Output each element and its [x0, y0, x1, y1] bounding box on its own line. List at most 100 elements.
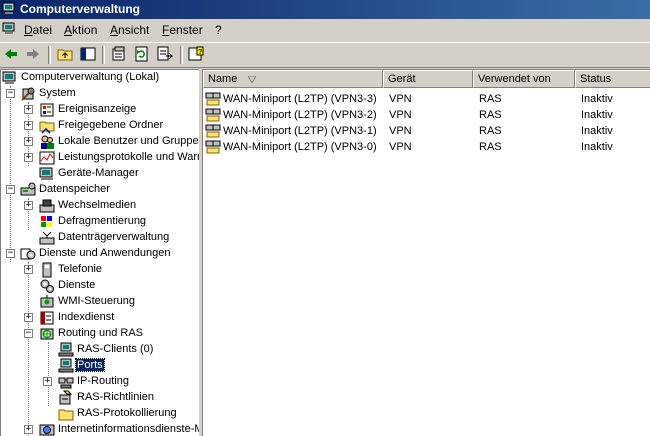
shared-folder-icon: [39, 121, 55, 134]
collapse-toggle[interactable]: −: [6, 89, 15, 98]
refresh-icon[interactable]: [134, 46, 150, 62]
folder-icon: [58, 409, 74, 421]
menu-aktion[interactable]: Aktion: [64, 23, 97, 37]
indexing-service-icon: [40, 311, 54, 325]
telephony-icon: [42, 262, 52, 278]
system-menu-icon[interactable]: [2, 22, 17, 36]
system-tools-icon: [21, 87, 35, 101]
users-groups-icon: [41, 135, 54, 149]
toolbar-separator: [48, 46, 51, 64]
tree-label: Indexdienst: [58, 311, 115, 323]
tree-label: RAS-Richtlinien: [77, 391, 155, 403]
cell-geraet: VPN: [389, 109, 412, 121]
tree-label: System: [39, 87, 76, 99]
tree-label: IP-Routing: [77, 375, 129, 387]
cell-geraet: VPN: [389, 125, 412, 137]
console-tree[interactable]: Computerverwaltung (Lokal) − System + Er…: [0, 69, 199, 436]
tree-label: Routing und RAS: [58, 327, 143, 339]
svg-text:?: ?: [198, 49, 202, 56]
expand-toggle[interactable]: +: [24, 105, 33, 114]
expand-toggle[interactable]: +: [24, 137, 33, 146]
port-device-icon: [205, 108, 221, 122]
column-header-name[interactable]: Name: [203, 70, 383, 88]
title-bar[interactable]: Computerverwaltung: [0, 0, 650, 19]
console-tree-toggle-icon[interactable]: [80, 46, 96, 62]
services-gear-icon: [40, 279, 54, 293]
cell-status: Inaktiv: [581, 141, 613, 153]
ras-policies-icon: [59, 390, 73, 405]
tree-label: Datenspeicher: [39, 183, 110, 195]
cell-name: WAN-Miniport (L2TP) (VPN3-2): [223, 109, 377, 121]
performance-logs-icon: [39, 151, 55, 165]
tree-line: [28, 262, 29, 436]
collapse-toggle[interactable]: −: [6, 185, 15, 194]
up-folder-icon[interactable]: [57, 46, 73, 62]
tree-label: WMI-Steuerung: [58, 295, 136, 307]
menu-help[interactable]: ?: [215, 23, 222, 37]
table-row[interactable]: WAN-Miniport (L2TP) (VPN3-3) VPN RAS Ina…: [203, 91, 650, 107]
tree-label: Ports: [75, 358, 105, 372]
cell-status: Inaktiv: [581, 93, 613, 105]
back-arrow-icon[interactable]: [3, 46, 19, 62]
disk-management-icon: [39, 231, 55, 245]
toolbar-separator: [180, 46, 183, 64]
column-header-verwendet[interactable]: Verwendet von: [473, 70, 575, 88]
forward-arrow-icon[interactable]: [25, 46, 41, 62]
menu-bar: Datei Aktion Ansicht Fenster ?: [0, 20, 650, 40]
expand-toggle[interactable]: +: [24, 425, 33, 434]
tree-label: Internetinformationsdienste-Manager: [58, 423, 199, 435]
port-device-icon: [205, 140, 221, 154]
wmi-control-icon: [40, 295, 54, 308]
tree-label: Wechselmedien: [58, 199, 137, 211]
iis-manager-icon: [39, 424, 55, 436]
collapse-toggle[interactable]: −: [6, 249, 15, 258]
tree-label: Dienste und Anwendungen: [39, 247, 171, 259]
storage-icon: [20, 182, 36, 196]
properties-icon[interactable]: [111, 46, 127, 62]
table-row[interactable]: WAN-Miniport (L2TP) (VPN3-2) VPN RAS Ina…: [203, 107, 650, 123]
expand-toggle[interactable]: +: [24, 313, 33, 322]
cell-name: WAN-Miniport (L2TP) (VPN3-0): [223, 141, 377, 153]
cell-status: Inaktiv: [581, 125, 613, 137]
services-applications-icon: [20, 248, 36, 260]
menu-ansicht[interactable]: Ansicht: [110, 23, 149, 37]
tree-label: Computerverwaltung (Lokal): [21, 71, 160, 83]
expand-toggle[interactable]: +: [43, 377, 52, 386]
tree-label: Leistungsprotokolle und Warnungen: [58, 151, 199, 163]
column-header-status[interactable]: Status: [575, 70, 650, 88]
cell-status: Inaktiv: [581, 109, 613, 121]
routing-ras-icon: [40, 328, 54, 340]
cell-name: WAN-Miniport (L2TP) (VPN3-3): [223, 93, 377, 105]
menu-datei[interactable]: Datei: [24, 23, 52, 37]
expand-toggle[interactable]: +: [24, 265, 33, 274]
export-list-icon[interactable]: [157, 46, 173, 62]
tree-label: Datenträgerverwaltung: [58, 231, 170, 243]
computer-management-icon: [2, 71, 16, 84]
defragmenter-icon: [41, 216, 52, 227]
tree-line: [48, 342, 49, 406]
sort-descending-icon: [248, 76, 256, 83]
tree-label: Ereignisanzeige: [58, 103, 137, 115]
device-manager-icon: [39, 167, 53, 180]
ras-clients-icon: [58, 342, 74, 357]
cell-verwendet: RAS: [479, 141, 502, 153]
expand-toggle[interactable]: +: [24, 201, 33, 210]
cell-geraet: VPN: [389, 141, 412, 153]
tree-label: Telefonie: [58, 263, 103, 275]
expand-toggle[interactable]: +: [24, 153, 33, 162]
menu-fenster[interactable]: Fenster: [162, 23, 203, 37]
details-list[interactable]: Name Gerät Verwendet von Status WAN-Mini…: [202, 69, 650, 436]
cell-name: WAN-Miniport (L2TP) (VPN3-1): [223, 125, 377, 137]
toolbar: ?: [0, 42, 650, 68]
column-header-geraet[interactable]: Gerät: [383, 70, 473, 88]
help-icon[interactable]: ?: [188, 46, 204, 62]
cell-geraet: VPN: [389, 93, 412, 105]
table-row[interactable]: WAN-Miniport (L2TP) (VPN3-1) VPN RAS Ina…: [203, 123, 650, 139]
tree-label: Freigegebene Ordner: [58, 119, 164, 131]
port-device-icon: [205, 92, 221, 106]
table-row[interactable]: WAN-Miniport (L2TP) (VPN3-0) VPN RAS Ina…: [203, 139, 650, 155]
expand-toggle[interactable]: +: [24, 121, 33, 130]
collapse-toggle[interactable]: −: [24, 329, 33, 338]
cell-verwendet: RAS: [479, 93, 502, 105]
tree-line: [10, 86, 11, 262]
